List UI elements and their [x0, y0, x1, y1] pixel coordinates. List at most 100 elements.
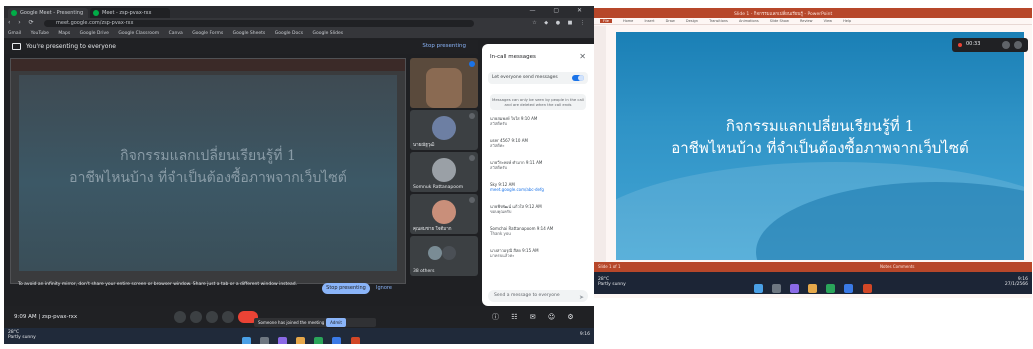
- weather-widget[interactable]: 28°C Partly sunny: [8, 330, 36, 340]
- bookmark-item[interactable]: Google Slides: [312, 31, 343, 36]
- file-explorer-icon[interactable]: [808, 284, 818, 293]
- search-icon[interactable]: [260, 337, 270, 344]
- send-icon[interactable]: ➤: [579, 292, 584, 304]
- ribbon-tab[interactable]: Animations: [739, 19, 759, 23]
- edge-icon[interactable]: [844, 284, 854, 293]
- participant-tile[interactable]: Somnuk Rattanapoom: [410, 152, 478, 192]
- powerpoint-titlebar: Slide 1 - กิจกรรมแลกเปลี่ยนเรียนรู้ - Po…: [594, 8, 1032, 18]
- teams-icon[interactable]: [278, 337, 288, 344]
- shared-ppt-titlebar: [11, 59, 405, 71]
- teams-icon[interactable]: [790, 284, 800, 293]
- weather-desc: Partly sunny: [8, 335, 36, 340]
- ribbon-tab[interactable]: Review: [800, 19, 813, 23]
- raise-hand-icon[interactable]: [222, 311, 234, 323]
- allow-messages-toggle[interactable]: [572, 75, 584, 81]
- captions-icon[interactable]: [206, 311, 218, 323]
- ribbon-tab[interactable]: Transitions: [709, 19, 728, 23]
- ribbon-tab[interactable]: View: [824, 19, 832, 23]
- mic-icon[interactable]: [174, 311, 186, 323]
- extension-icons[interactable]: ☆ ◆ ● ■ ⋮: [532, 20, 588, 26]
- ribbon-tab[interactable]: Design: [686, 19, 698, 23]
- participant-name: คุณสมชาย ใจดีมาก: [413, 227, 452, 232]
- chrome-icon[interactable]: [826, 284, 836, 293]
- ribbon-tab-file[interactable]: File: [600, 19, 612, 23]
- slide-title-line1: กิจกรรมแลกเปลี่ยนเรียนรู้ที่ 1: [725, 117, 915, 135]
- clock-date: 27/1/2566: [1004, 282, 1028, 287]
- system-tray-clock[interactable]: 9:16 27/1/2566: [1005, 277, 1028, 287]
- avatar: [432, 116, 456, 140]
- bookmark-item[interactable]: Google Docs: [275, 31, 303, 36]
- chat-message: user 4567 9:10 AM สวัสดีค่ะ: [490, 138, 586, 148]
- chat-message: Somchai Rattanapoom 9:14 AM Thank you: [490, 226, 586, 236]
- start-icon[interactable]: [242, 337, 251, 344]
- dismiss-warning-button[interactable]: Ignore: [376, 285, 392, 291]
- chat-text: สวัสดีครับ: [490, 121, 508, 126]
- browser-tab-bar: Google Meet - Presenting Meet - zsp-pvax…: [4, 6, 594, 18]
- stop-presenting-button[interactable]: Stop presenting: [322, 283, 370, 294]
- powerpoint-icon[interactable]: [862, 284, 872, 293]
- bookmark-item[interactable]: Google Classroom: [118, 31, 159, 36]
- ribbon-tab[interactable]: Insert: [644, 19, 654, 23]
- ribbon-tab[interactable]: Slide Show: [770, 19, 789, 23]
- slide-thumbnails-pane[interactable]: [594, 26, 606, 270]
- avatar: [428, 246, 442, 260]
- left-taskbar: 28°C Partly sunny 9:16: [4, 328, 594, 344]
- camera-icon[interactable]: [190, 311, 202, 323]
- recording-dot-icon: [958, 43, 962, 47]
- address-bar[interactable]: meet.google.com/zsp-pvax-rxx: [44, 20, 474, 27]
- start-icon[interactable]: [754, 284, 763, 293]
- chat-message: Sky 9:12 AM meet.google.com/abc-defg: [490, 182, 586, 192]
- address-toolbar: ‹ › ⟳ meet.google.com/zsp-pvax-rxx ☆ ◆ ●…: [4, 18, 594, 29]
- bookmark-item[interactable]: Google Sheets: [233, 31, 266, 36]
- shared-slide-title-line2: อาชีพไหนบ้าง ที่จำเป็นต้องซื้อภาพจากเว็บ…: [69, 170, 347, 186]
- meet-side-controls[interactable]: ⓘ ☷ ✉ ☺ ⚙: [492, 312, 579, 322]
- bookmark-item[interactable]: YouTube: [31, 31, 49, 36]
- bookmark-item[interactable]: Canva: [169, 31, 183, 36]
- browser-tab-2[interactable]: Meet - zsp-pvax-rxx: [90, 8, 170, 18]
- window-controls[interactable]: — ▢ ✕: [529, 7, 590, 14]
- participant-tile[interactable]: นายณัฐวุฒิ: [410, 110, 478, 150]
- slide-title-line2: อาชีพไหนบ้าง ที่จำเป็นต้องซื้อภาพจากเว็บ…: [671, 139, 969, 157]
- ribbon-tab[interactable]: Home: [623, 19, 633, 23]
- chat-link[interactable]: meet.google.com/abc-defg: [490, 187, 586, 192]
- ribbon-tab[interactable]: Help: [843, 19, 851, 23]
- nav-arrows-icon[interactable]: ‹ › ⟳: [8, 19, 37, 26]
- join-notice: Someone has joined the meeting: [254, 318, 376, 327]
- recording-timer: 00:33: [966, 41, 981, 47]
- taskbar-apps: [242, 331, 364, 344]
- chat-text: มาครบแล้วค่ะ: [490, 253, 515, 258]
- bookmark-item[interactable]: Google Drive: [80, 31, 109, 36]
- bookmark-item[interactable]: Google Forms: [192, 31, 223, 36]
- allow-messages-row: Let everyone send messages: [488, 72, 588, 84]
- chat-message-input[interactable]: Send a message to everyone ➤: [488, 290, 588, 302]
- powerpoint-icon[interactable]: [350, 337, 360, 344]
- admit-button[interactable]: Admit: [326, 318, 346, 327]
- search-icon[interactable]: [772, 284, 782, 293]
- browser-tab-1[interactable]: Google Meet - Presenting: [8, 8, 88, 18]
- pause-icon[interactable]: [1002, 41, 1010, 49]
- file-explorer-icon[interactable]: [296, 337, 306, 344]
- shared-screen-view: กิจกรรมแลกเปลี่ยนเรียนรู้ที่ 1 อาชีพไหนบ…: [10, 58, 406, 284]
- edge-icon[interactable]: [332, 337, 342, 344]
- stop-presenting-link[interactable]: Stop presenting: [422, 43, 466, 49]
- status-right-controls[interactable]: Notes Comments: [880, 262, 915, 272]
- right-taskbar: 28°C Partly sunny 9:16 27/1/2566: [594, 272, 1032, 294]
- participant-name: Somnuk Rattanapoom: [413, 185, 464, 190]
- participant-tile[interactable]: [410, 58, 478, 108]
- system-tray-clock[interactable]: 9:16: [580, 332, 590, 337]
- mic-muted-icon: [469, 155, 475, 161]
- weather-widget[interactable]: 28°C Partly sunny: [598, 277, 626, 287]
- close-icon[interactable]: ✕: [579, 52, 586, 61]
- bookmark-item[interactable]: Gmail: [8, 31, 21, 36]
- participant-tile[interactable]: 38 others: [410, 236, 478, 276]
- slide-canvas[interactable]: กิจกรรมแลกเปลี่ยนเรียนรู้ที่ 1 อาชีพไหนบ…: [616, 32, 1024, 260]
- chat-title: In-call messages: [490, 54, 536, 60]
- chat-privacy-note: Messages can only be seen by people in t…: [490, 94, 586, 110]
- chrome-icon[interactable]: [314, 337, 324, 344]
- stop-icon[interactable]: [1014, 41, 1022, 49]
- bookmarks-bar: Gmail YouTube Maps Google Drive Google C…: [4, 29, 594, 39]
- bookmark-item[interactable]: Maps: [58, 31, 70, 36]
- powerpoint-ribbon-tabs: File Home Insert Draw Design Transitions…: [594, 18, 1032, 25]
- ribbon-tab[interactable]: Draw: [666, 19, 675, 23]
- participant-tile[interactable]: คุณสมชาย ใจดีมาก: [410, 194, 478, 234]
